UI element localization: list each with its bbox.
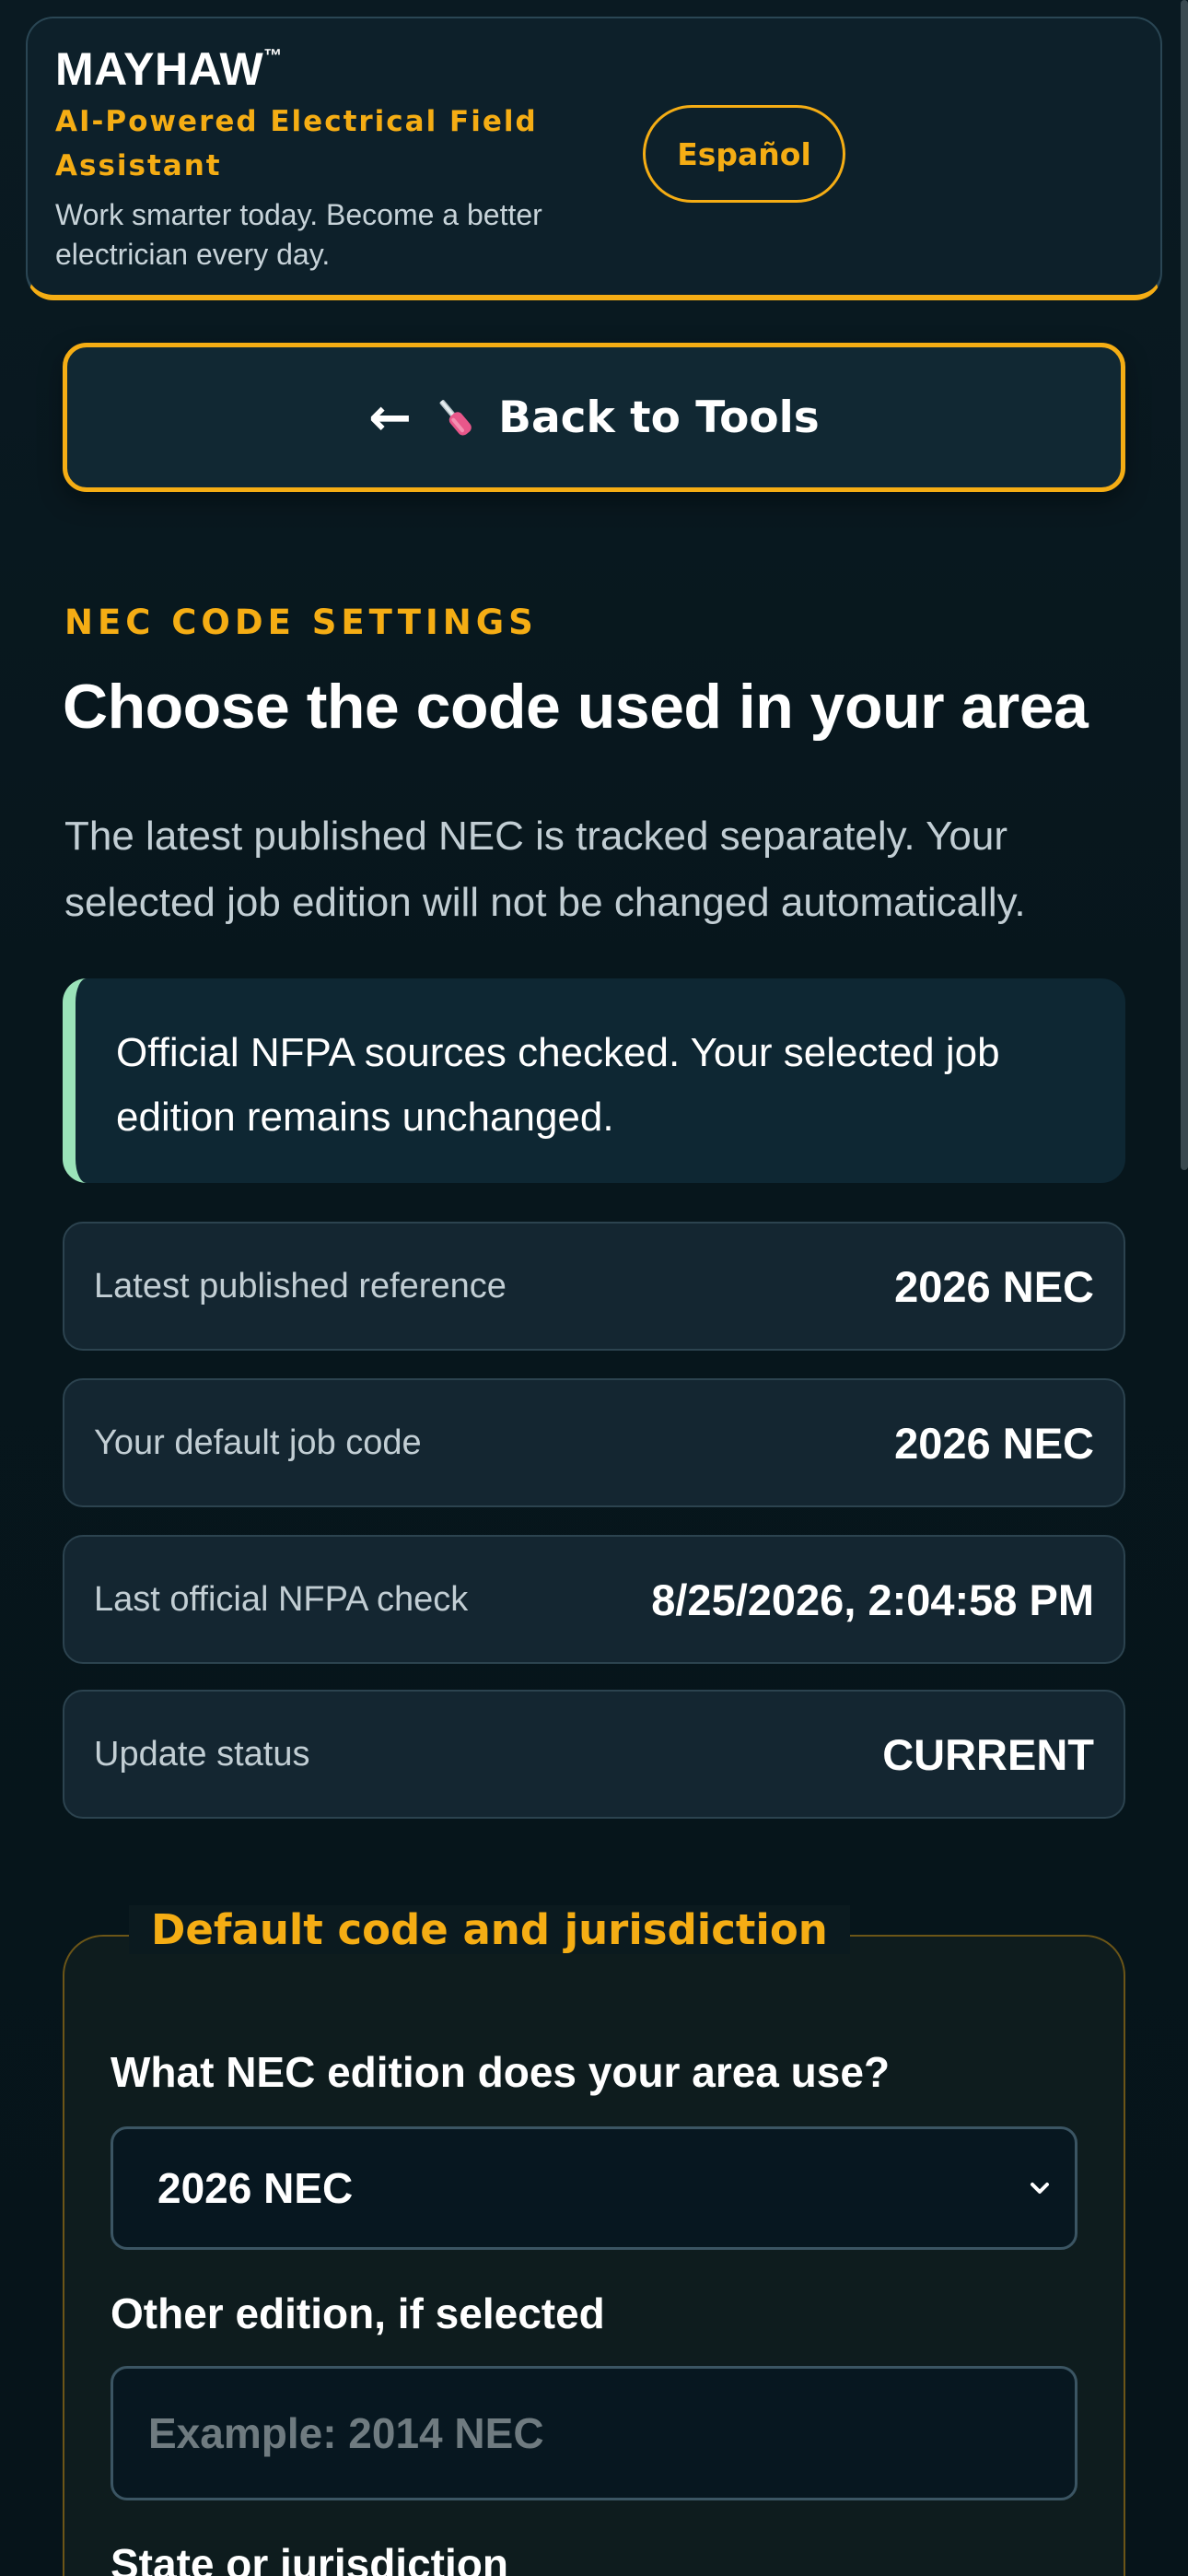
brand-name: MAYHAW: [55, 43, 264, 95]
language-toggle-button[interactable]: Español: [643, 105, 845, 203]
nec-edition-select[interactable]: 2026 NEC: [111, 2126, 1077, 2250]
status-notice: Official NFPA sources checked. Your sele…: [63, 978, 1125, 1183]
trademark-symbol: ™: [263, 46, 283, 66]
status-notice-text: Official NFPA sources checked. Your sele…: [116, 1030, 1000, 1140]
screwdriver-icon: [439, 400, 472, 436]
brand-subline: Work smarter today. Become a better elec…: [55, 198, 542, 271]
info-value: 8/25/2026, 2:04:58 PM: [651, 1575, 1094, 1624]
info-row-default-job-code: Your default job code 2026 NEC: [63, 1378, 1125, 1507]
info-row-last-nfpa-check: Last official NFPA check 8/25/2026, 2:04…: [63, 1535, 1125, 1664]
nec-edition-selected-value: 2026 NEC: [157, 2164, 354, 2212]
back-arrow-icon: ←: [368, 387, 413, 448]
edition-label: What NEC edition does your area use?: [111, 2048, 891, 2096]
page-description: The latest published NEC is tracked sepa…: [64, 814, 1026, 925]
info-label: Your default job code: [94, 1423, 422, 1462]
page-title: Choose the code used in your area: [63, 672, 1089, 742]
info-label: Latest published reference: [94, 1266, 507, 1306]
info-label: Last official NFPA check: [94, 1579, 469, 1619]
status-value: CURRENT: [882, 1729, 1094, 1779]
back-to-tools-label: Back to Tools: [498, 392, 820, 443]
jurisdiction-label: State or jurisdiction: [111, 2540, 508, 2576]
info-value: 2026 NEC: [894, 1418, 1094, 1468]
section-eyebrow: NEC CODE SETTINGS: [64, 603, 538, 642]
info-label: Update status: [94, 1734, 310, 1774]
brand-logo: MAYHAW™: [55, 42, 283, 96]
brand-tagline: AI-Powered Electrical Field Assistant: [55, 105, 538, 182]
page-scrollbar[interactable]: [1181, 0, 1188, 1170]
info-row-latest-reference: Latest published reference 2026 NEC: [63, 1222, 1125, 1351]
app-header: MAYHAW™ AI-Powered Electrical Field Assi…: [26, 17, 1162, 300]
info-value: 2026 NEC: [894, 1261, 1094, 1311]
back-to-tools-button[interactable]: ← Back to Tools: [63, 343, 1125, 492]
chevron-down-icon: [1031, 2183, 1049, 2194]
info-row-update-status: Update status CURRENT: [63, 1690, 1125, 1819]
other-edition-input[interactable]: [111, 2366, 1077, 2500]
other-edition-label: Other edition, if selected: [111, 2289, 605, 2337]
fieldset-legend: Default code and jurisdiction: [129, 1905, 850, 1954]
